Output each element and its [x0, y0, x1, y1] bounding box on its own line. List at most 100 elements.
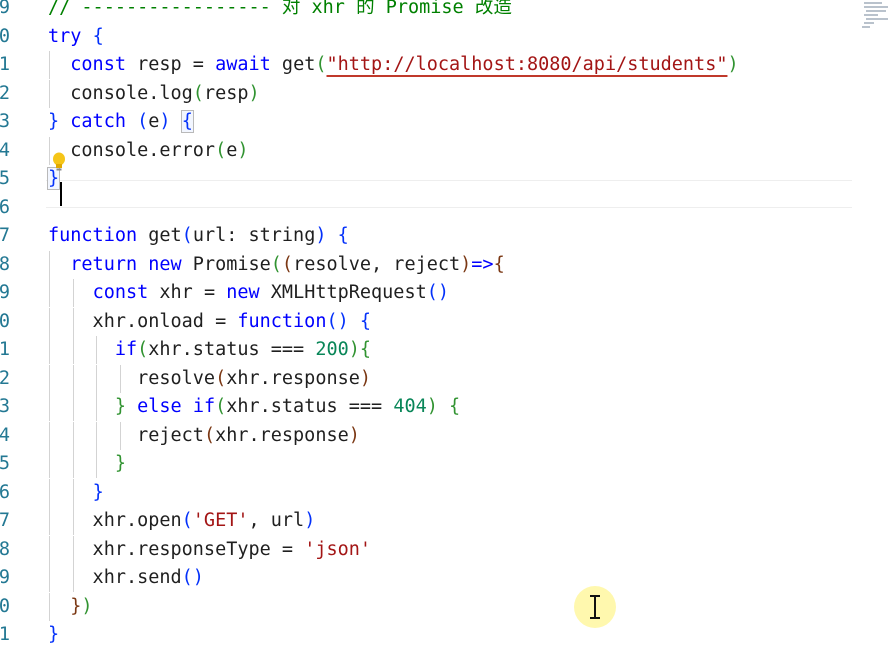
code-line[interactable]: 9 const xhr = new XMLHttpRequest() [0, 279, 894, 307]
code-text[interactable]: }) [48, 593, 93, 621]
code-text[interactable]: console.error(e) [48, 137, 249, 165]
code-token: xhr.response [226, 367, 360, 389]
code-line[interactable]: 7 xhr.open('GET', url) [0, 507, 894, 535]
code-token: ( [281, 253, 294, 275]
line-number: 6 [0, 479, 14, 507]
line-number-digit: 2 [0, 82, 10, 104]
code-token: e [226, 139, 238, 161]
code-text[interactable]: if(xhr.status === 200){ [48, 336, 371, 364]
code-line[interactable]: 2 console.log(resp) [0, 79, 894, 108]
code-text[interactable]: const resp = await get("http://localhost… [48, 51, 738, 79]
code-line[interactable]: 0 xhr.onload = function() { [0, 307, 894, 336]
line-number: 0 [0, 308, 14, 336]
code-text[interactable]: const xhr = new XMLHttpRequest() [48, 279, 449, 307]
code-token: xhr.status === [226, 396, 394, 417]
line-number-digit: 9 [0, 282, 10, 303]
code-text[interactable]: reject(xhr.response) [48, 422, 360, 450]
line-number: 3 [0, 393, 14, 421]
code-token: ) [348, 424, 360, 446]
code-line[interactable]: 6 [0, 194, 894, 222]
code-line[interactable]: 3 } else if(xhr.status === 404) { [0, 393, 894, 421]
code-text[interactable]: // ----------------- 对 xhr 的 Promise 改造 [48, 0, 512, 22]
code-token: if [192, 396, 216, 417]
code-line[interactable]: 0 try { [0, 23, 894, 51]
code-line[interactable]: 9 // ----------------- 对 xhr 的 Promise 改造 [0, 0, 894, 22]
code-token: } [48, 111, 71, 132]
code-text[interactable]: xhr.onload = function() { [48, 308, 371, 336]
line-number-digit: 0 [0, 595, 10, 617]
code-line[interactable]: 1} [0, 621, 894, 649]
code-text[interactable]: xhr.send() [48, 564, 204, 592]
code-line[interactable]: 2 resolve(xhr.response) [0, 364, 894, 393]
code-token: Promise [181, 253, 271, 275]
code-line[interactable]: 0 }) [0, 592, 894, 621]
code-token: } [92, 481, 104, 503]
code-token: ) [426, 396, 438, 417]
code-token: ( [137, 111, 149, 132]
code-line[interactable]: 5} [0, 165, 894, 193]
code-token: { [359, 310, 372, 332]
code-text[interactable]: return new Promise((resolve, reject)=>{ [48, 251, 504, 279]
code-line[interactable]: 1 const resp = await get("http://localho… [0, 51, 894, 79]
line-number-digit: 7 [0, 510, 10, 531]
code-text[interactable]: } catch (e) { [48, 108, 194, 136]
code-token: console.error [48, 139, 216, 161]
mouse-pointer-highlight [574, 586, 616, 628]
code-token: 'json' [304, 538, 372, 560]
code-text[interactable]: xhr.open('GET', url) [48, 507, 316, 535]
code-token: ) [304, 510, 316, 531]
line-number-digit: 9 [0, 0, 10, 18]
code-text[interactable]: try { [48, 23, 104, 51]
code-token: return [70, 253, 138, 275]
code-text[interactable]: xhr.responseType = 'json' [48, 536, 371, 564]
code-text[interactable]: resolve(xhr.response) [48, 365, 371, 393]
line-number-digit: 0 [0, 310, 10, 332]
code-token: catch [70, 111, 126, 132]
code-token: resp = [125, 54, 216, 75]
code-token: ( [215, 139, 227, 161]
line-number-digit: 4 [0, 424, 10, 446]
line-number-digit: 9 [0, 567, 10, 588]
code-token: resolve, reject [293, 253, 461, 275]
code-line[interactable]: 8 xhr.responseType = 'json' [0, 535, 894, 564]
code-text[interactable]: function get(url: string) { [48, 222, 349, 250]
line-number: 9 [0, 564, 14, 592]
code-editor[interactable]: 9 // ----------------- 对 xhr 的 Promise 改造… [0, 0, 894, 668]
code-line[interactable]: 1 if(xhr.status === 200){ [0, 336, 894, 364]
code-line[interactable]: 8 return new Promise((resolve, reject)=>… [0, 250, 894, 279]
code-text[interactable]: console.log(resp) [48, 80, 259, 108]
code-token: const [92, 282, 149, 303]
code-token: { [359, 339, 372, 360]
code-text[interactable]: } [48, 450, 126, 478]
lightbulb-icon[interactable] [52, 152, 66, 172]
code-line[interactable]: 4 console.error(e) [0, 136, 894, 165]
code-line[interactable]: 4 reject(xhr.response) [0, 421, 894, 450]
code-token: { [180, 110, 194, 133]
code-line[interactable]: 3} catch (e) { [0, 108, 894, 136]
line-number-digit: 4 [0, 139, 10, 161]
code-line[interactable]: 6 } [0, 478, 894, 507]
line-number-digit: 8 [0, 538, 10, 560]
code-text[interactable]: } [48, 479, 104, 507]
code-token: XMLHttpRequest [259, 282, 427, 303]
code-text[interactable]: } [48, 621, 59, 649]
code-token: ) [237, 139, 249, 161]
code-token: const [70, 54, 126, 75]
code-line[interactable]: 7 function get(url: string) { [0, 222, 894, 250]
code-line[interactable]: 5 } [0, 450, 894, 478]
code-token: ) [460, 253, 472, 275]
code-token: xhr = [148, 282, 227, 303]
minimap[interactable] [858, 0, 894, 32]
code-text[interactable]: } else if(xhr.status === 404) { [48, 393, 460, 421]
code-line[interactable]: 9 xhr.send() [0, 564, 894, 592]
line-number-digit: 7 [0, 225, 10, 246]
code-token: ) [81, 595, 93, 617]
line-number: 8 [0, 536, 14, 564]
code-token: ) [359, 367, 372, 389]
